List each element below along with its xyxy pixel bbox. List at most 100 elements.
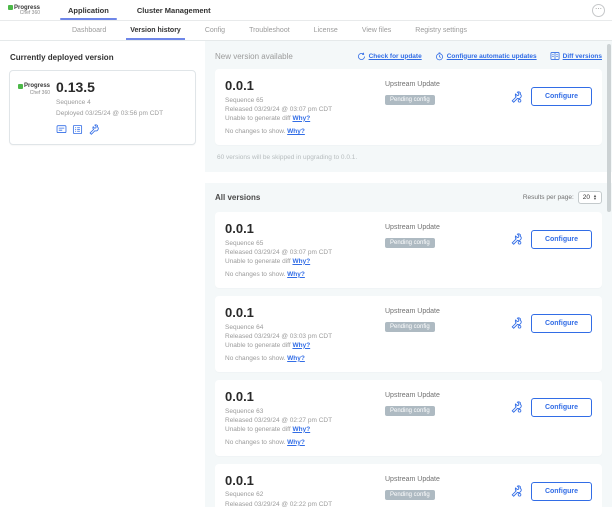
version-info: 0.0.1 Sequence 63 Released 03/29/24 @ 02… — [225, 389, 385, 447]
upstream-update-label: Upstream Update — [385, 308, 510, 315]
refresh-icon — [357, 52, 366, 61]
version-info: 0.0.1 Sequence 62 Released 03/29/24 @ 02… — [225, 473, 385, 507]
configure-button[interactable]: Configure — [531, 230, 592, 249]
status-badge: Pending config — [385, 322, 435, 332]
deployed-version-number: 0.13.5 — [56, 80, 163, 95]
subnav-dashboard[interactable]: Dashboard — [72, 21, 106, 40]
version-number: 0.0.1 — [225, 221, 385, 237]
view-config-icon[interactable] — [72, 124, 83, 135]
subnav-version-history[interactable]: Version history — [130, 21, 181, 40]
version-released: Released 03/29/24 @ 02:22 pm CDT — [225, 500, 385, 507]
upstream-update-label: Upstream Update — [385, 224, 510, 231]
configure-button[interactable]: Configure — [531, 398, 592, 417]
version-row: 0.0.1 Sequence 65 Released 03/29/24 @ 03… — [225, 221, 592, 279]
configure-button[interactable]: Configure — [531, 482, 592, 501]
edit-config-icon[interactable] — [510, 485, 522, 497]
tab-cluster-management[interactable]: Cluster Management — [123, 0, 225, 20]
subnav-registry-settings[interactable]: Registry settings — [415, 21, 467, 40]
new-version-panel: New version available Check for update — [205, 41, 612, 172]
version-source: Upstream Update Pending config — [385, 305, 510, 333]
edit-config-icon[interactable] — [510, 233, 522, 245]
version-actions: Configure — [510, 78, 592, 106]
version-card: 0.0.1 Sequence 64 Released 03/29/24 @ 03… — [215, 296, 602, 372]
diff-icon — [550, 51, 560, 61]
logo-icon — [18, 84, 23, 89]
diff-note: Unable to generate diff Why? — [225, 341, 385, 350]
tab-application[interactable]: Application — [54, 0, 123, 20]
version-number: 0.0.1 — [225, 305, 385, 321]
version-released: Released 03/29/24 @ 02:27 pm CDT — [225, 416, 385, 425]
version-sequence: Sequence 65 — [225, 96, 385, 105]
status-badge: Pending config — [385, 490, 435, 500]
version-released: Released 03/29/24 @ 03:07 pm CDT — [225, 248, 385, 257]
changes-note: No changes to show. Why? — [225, 270, 385, 279]
version-source: Upstream Update Pending config — [385, 221, 510, 249]
results-per-page: Results per page: 20 ▲▼ — [523, 191, 602, 204]
diff-why-link[interactable]: Why? — [292, 258, 310, 265]
diff-note: Unable to generate diff Why? — [225, 257, 385, 266]
scrollbar[interactable] — [607, 44, 611, 212]
version-sequence: Sequence 64 — [225, 323, 385, 332]
edit-config-icon[interactable] — [510, 91, 522, 103]
changes-why-link[interactable]: Why? — [287, 128, 305, 135]
diff-why-link[interactable]: Why? — [292, 342, 310, 349]
configure-automatic-updates-link[interactable]: Configure automatic updates — [435, 52, 537, 61]
configure-button[interactable]: Configure — [531, 87, 592, 106]
top-navbar: Progress Chef 360 Application Cluster Ma… — [0, 0, 612, 21]
results-per-page-label: Results per page: — [523, 194, 574, 201]
version-card: 0.0.1 Sequence 65 Released 03/29/24 @ 03… — [215, 212, 602, 288]
version-number: 0.0.1 — [225, 78, 385, 94]
release-notes-icon[interactable] — [56, 124, 67, 135]
version-card: 0.0.1 Sequence 63 Released 03/29/24 @ 02… — [215, 380, 602, 456]
status-badge: Pending config — [385, 238, 435, 248]
check-for-update-link[interactable]: Check for update — [357, 52, 422, 61]
overflow-menu-icon[interactable]: ⋯ — [592, 4, 605, 17]
edit-config-icon[interactable] — [88, 124, 99, 135]
deployed-timestamp: Deployed 03/25/24 @ 03:56 pm CDT — [56, 110, 163, 117]
version-info: 0.0.1 Sequence 65 Released 03/29/24 @ 03… — [225, 78, 385, 136]
version-row: 0.0.1 Sequence 62 Released 03/29/24 @ 02… — [225, 473, 592, 507]
diff-note: Unable to generate diff Why? — [225, 114, 385, 123]
version-source: Upstream Update Pending config — [385, 389, 510, 417]
edit-config-icon[interactable] — [510, 317, 522, 329]
configure-button[interactable]: Configure — [531, 314, 592, 333]
changes-note: No changes to show. Why? — [225, 127, 385, 136]
deployed-heading: Currently deployed version — [10, 53, 196, 62]
version-actions: Configure — [510, 473, 592, 501]
version-card: 0.0.1 Sequence 62 Released 03/29/24 @ 02… — [215, 464, 602, 507]
app-logo: Progress Chef 360 — [8, 5, 40, 16]
deployed-version-panel: Currently deployed version Progress Chef… — [0, 41, 205, 507]
deployed-version-card: Progress Chef 360 0.13.5 Sequence 4 Depl… — [9, 70, 196, 145]
subnav-license[interactable]: License — [314, 21, 338, 40]
deployed-app-logo: Progress Chef 360 — [18, 80, 50, 135]
version-row: 0.0.1 Sequence 63 Released 03/29/24 @ 02… — [225, 389, 592, 447]
subnav-troubleshoot[interactable]: Troubleshoot — [249, 21, 290, 40]
skipped-versions-note: 60 versions will be skipped in upgrading… — [217, 154, 602, 161]
version-row: 0.0.1 Sequence 65 Released 03/29/24 @ 03… — [225, 78, 592, 136]
main-content: Currently deployed version Progress Chef… — [0, 41, 612, 507]
upstream-update-label: Upstream Update — [385, 392, 510, 399]
diff-why-link[interactable]: Why? — [292, 115, 310, 122]
upstream-update-label: Upstream Update — [385, 81, 510, 88]
all-versions-panel: All versions Results per page: 20 ▲▼ 0.0… — [205, 183, 612, 507]
version-released: Released 03/29/24 @ 03:03 pm CDT — [225, 332, 385, 341]
subnav-config[interactable]: Config — [205, 21, 225, 40]
version-history-column: New version available Check for update — [205, 41, 612, 507]
status-badge: Pending config — [385, 95, 435, 105]
diff-why-link[interactable]: Why? — [292, 426, 310, 433]
diff-versions-link[interactable]: Diff versions — [550, 51, 602, 61]
edit-config-icon[interactable] — [510, 401, 522, 413]
changes-why-link[interactable]: Why? — [287, 271, 305, 278]
changes-note: No changes to show. Why? — [225, 438, 385, 447]
new-version-heading: New version available — [215, 52, 293, 61]
results-per-page-select[interactable]: 20 ▲▼ — [578, 191, 602, 204]
version-number: 0.0.1 — [225, 473, 385, 489]
version-info: 0.0.1 Sequence 64 Released 03/29/24 @ 03… — [225, 305, 385, 363]
changes-why-link[interactable]: Why? — [287, 355, 305, 362]
new-version-card: 0.0.1 Sequence 65 Released 03/29/24 @ 03… — [215, 69, 602, 145]
subnav-view-files[interactable]: View files — [362, 21, 391, 40]
version-number: 0.0.1 — [225, 389, 385, 405]
changes-why-link[interactable]: Why? — [287, 439, 305, 446]
status-badge: Pending config — [385, 406, 435, 416]
version-info: 0.0.1 Sequence 65 Released 03/29/24 @ 03… — [225, 221, 385, 279]
